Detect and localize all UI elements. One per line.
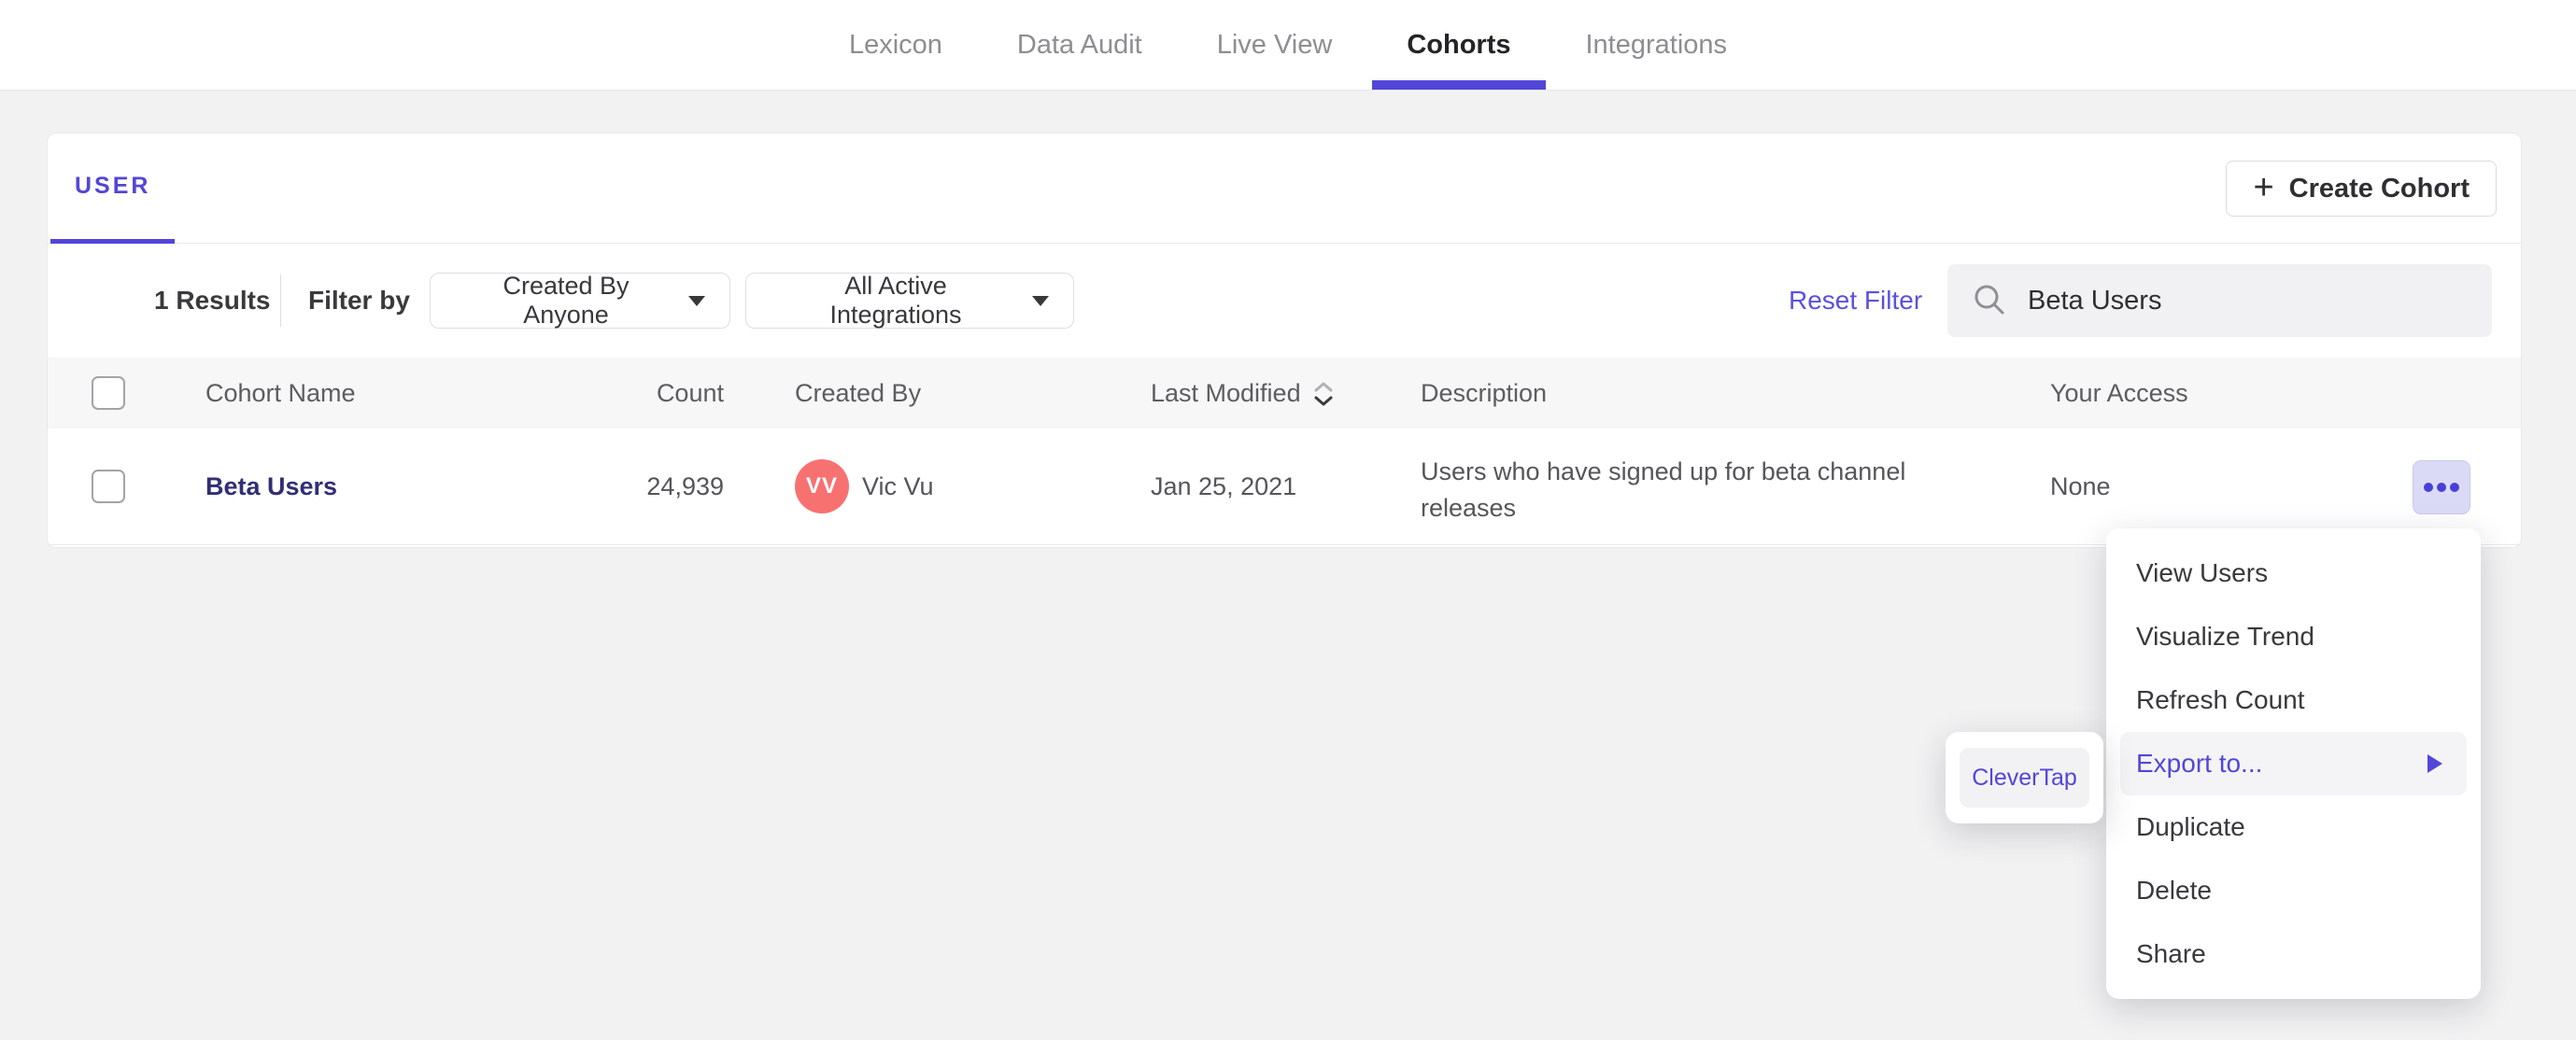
filter-bar: 1 Results Filter by Created By Anyone Al… <box>48 244 2521 358</box>
tab-data-audit[interactable]: Data Audit <box>1014 0 1145 90</box>
export-submenu: CleverTap <box>1946 732 2103 823</box>
tab-user-label: USER <box>75 173 151 199</box>
submenu-item-clevertap[interactable]: CleverTap <box>1960 748 2089 808</box>
more-options-icon <box>2450 483 2459 492</box>
menu-item-duplicate[interactable]: Duplicate <box>2120 795 2467 859</box>
cohort-name-link[interactable]: Beta Users <box>205 472 337 501</box>
cohort-count: 24,939 <box>646 471 724 500</box>
integrations-dropdown[interactable]: All Active Integrations <box>745 272 1074 329</box>
menu-item-export-to[interactable]: Export to... <box>2120 732 2467 795</box>
plus-icon: + <box>2253 167 2274 207</box>
card-header: USER + Create Cohort <box>48 134 2521 244</box>
menu-item-view-users[interactable]: View Users <box>2120 541 2467 605</box>
row-actions-button[interactable] <box>2413 460 2470 514</box>
more-options-icon <box>2424 483 2433 492</box>
created-by-name: Vic Vu <box>862 471 934 500</box>
menu-item-refresh-count[interactable]: Refresh Count <box>2120 668 2467 732</box>
menu-item-share[interactable]: Share <box>2120 922 2467 986</box>
context-menu: View Users Visualize Trend Refresh Count… <box>2106 528 2481 999</box>
create-cohort-label: Create Cohort <box>2288 173 2470 204</box>
create-cohort-button[interactable]: + Create Cohort <box>2226 161 2497 217</box>
select-all-checkbox[interactable] <box>92 376 125 410</box>
created-by-dropdown-label: Created By Anyone <box>502 272 630 329</box>
submenu-arrow-icon <box>2427 754 2442 773</box>
filter-by-label: Filter by <box>308 286 410 315</box>
reset-filter-link[interactable]: Reset Filter <box>1789 244 1922 358</box>
row-checkbox[interactable] <box>92 470 125 503</box>
col-last-modified-label: Last Modified <box>1151 378 1301 407</box>
last-modified-value: Jan 25, 2021 <box>1151 471 1297 500</box>
col-your-access: Your Access <box>2050 378 2188 407</box>
sort-icon[interactable] <box>1312 381 1335 407</box>
access-value: None <box>2050 471 2111 500</box>
tab-lexicon[interactable]: Lexicon <box>846 0 945 90</box>
top-nav: Lexicon Data Audit Live View Cohorts Int… <box>0 0 2576 91</box>
more-options-icon <box>2437 483 2446 492</box>
menu-item-delete[interactable]: Delete <box>2120 859 2467 922</box>
tab-integrations[interactable]: Integrations <box>1583 0 1731 90</box>
description-text: Users who have signed up for beta channe… <box>1421 457 1906 522</box>
integrations-dropdown-label: All Active Integrations <box>829 272 962 329</box>
search-input[interactable] <box>2026 284 2473 317</box>
tab-cohorts[interactable]: Cohorts <box>1372 0 1546 90</box>
col-created-by: Created By <box>795 378 922 407</box>
tab-user[interactable]: USER <box>50 134 176 244</box>
tab-live-view[interactable]: Live View <box>1214 0 1336 90</box>
chevron-down-icon <box>1032 295 1049 306</box>
divider <box>280 274 281 327</box>
table-header: Cohort Name Count Created By Last Modifi… <box>48 358 2521 429</box>
menu-item-export-to-label: Export to... <box>2136 749 2263 778</box>
search-icon <box>1974 285 2004 315</box>
col-count: Count <box>656 378 724 407</box>
chevron-down-icon <box>688 295 705 306</box>
col-description: Description <box>1421 378 1548 407</box>
created-by-dropdown[interactable]: Created By Anyone <box>430 272 730 329</box>
avatar: VV <box>795 459 849 513</box>
results-count: 1 Results <box>154 286 271 315</box>
cohorts-card: USER + Create Cohort 1 Results Filter by… <box>47 133 2522 548</box>
col-last-modified: Last Modified <box>1151 358 1335 429</box>
search-box[interactable] <box>1947 264 2492 337</box>
menu-item-visualize-trend[interactable]: Visualize Trend <box>2120 605 2467 668</box>
col-cohort-name: Cohort Name <box>205 378 356 407</box>
